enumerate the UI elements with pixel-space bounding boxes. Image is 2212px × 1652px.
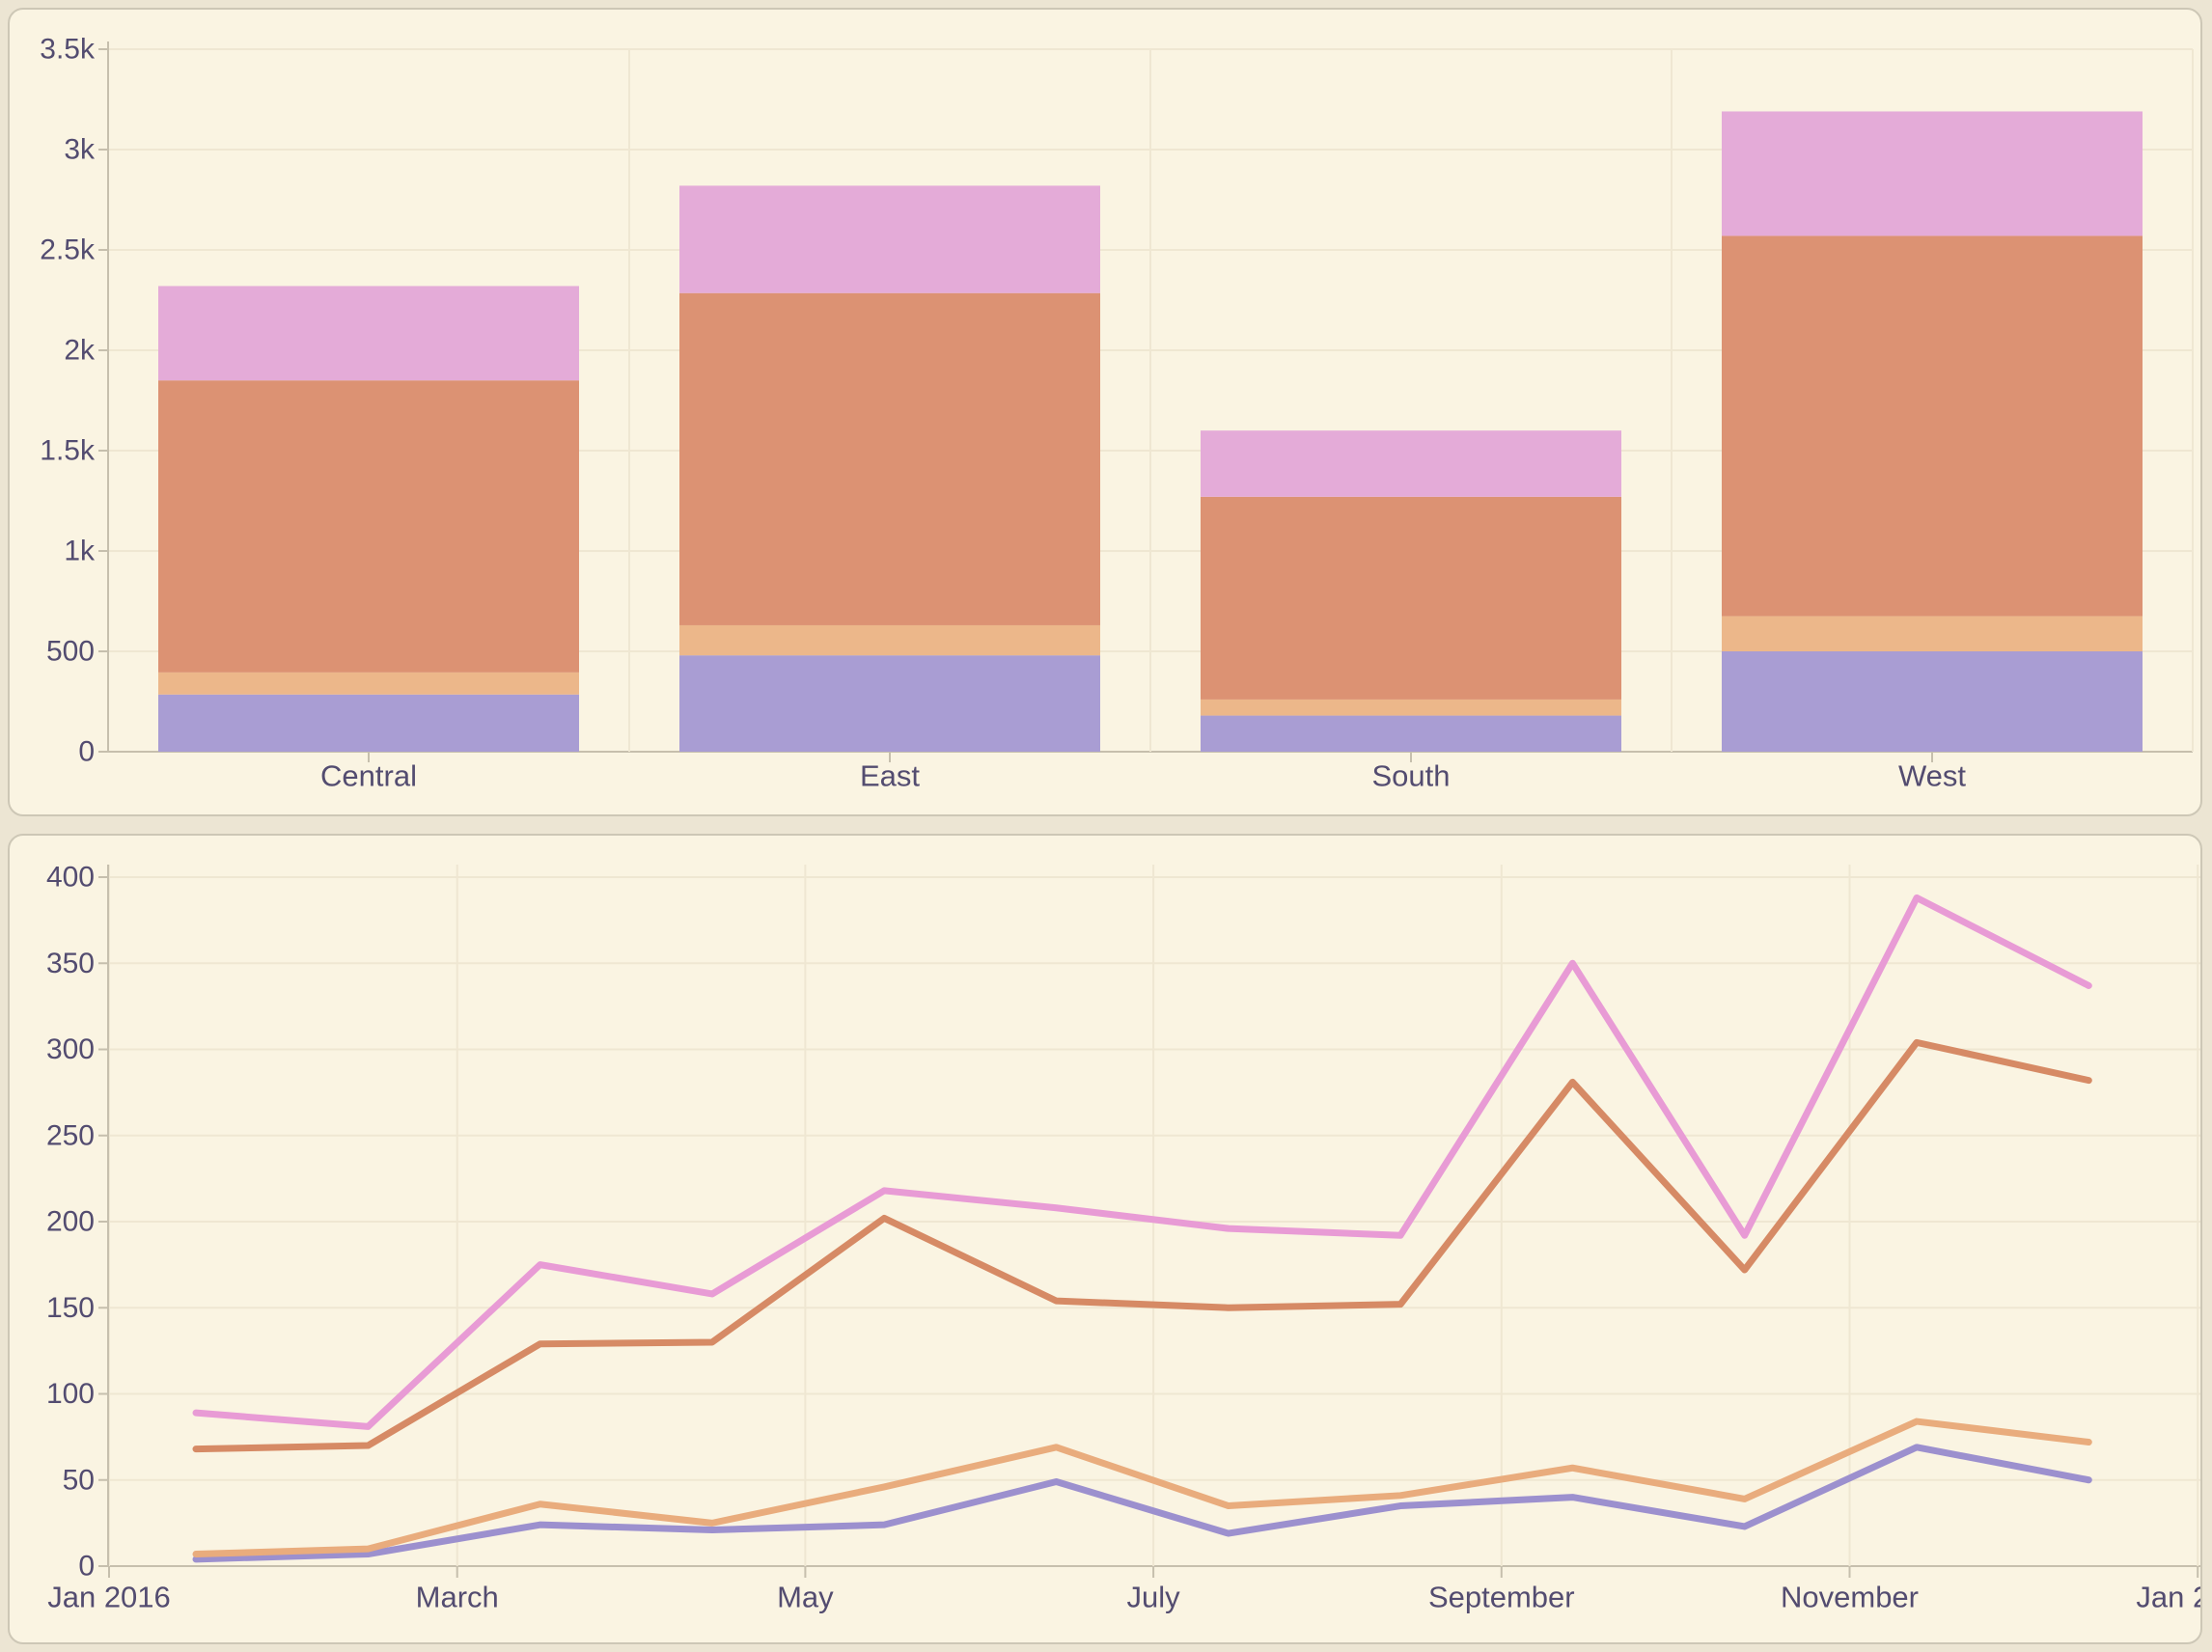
y-tick-label: 2k (64, 335, 96, 367)
bar-west (1722, 111, 2143, 752)
line-chart: 0 50 100 150 200 250 300 350 400 Jan 2016 March May… (10, 836, 2200, 1642)
bar-east (679, 185, 1100, 752)
x-tick-label: March (416, 1581, 499, 1614)
y-tick-label: 1.5k (40, 435, 96, 467)
x-tick-label: November (1781, 1581, 1919, 1614)
bar-segment-purple[interactable] (1201, 716, 1621, 752)
y-tick-label: 250 (46, 1119, 95, 1151)
y-tick-label: 500 (46, 636, 95, 668)
bar-segment-pink[interactable] (1201, 430, 1621, 497)
y-tick-label: 0 (78, 736, 95, 768)
line-series-purple[interactable] (196, 1447, 2088, 1559)
y-tick-label: 350 (46, 948, 95, 979)
bar-segment-tan[interactable] (1201, 700, 1621, 716)
line-series-salmon[interactable] (196, 1042, 2088, 1448)
x-tick-label: July (1127, 1581, 1181, 1614)
x-tick-label: Central (320, 759, 417, 793)
y-tick-label: 1k (64, 536, 96, 567)
bar-segment-tan[interactable] (679, 625, 1100, 655)
bar-segment-tan[interactable] (158, 673, 579, 695)
bar-central (158, 286, 579, 752)
bar-segment-purple[interactable] (158, 695, 579, 752)
x-tick-label: South (1371, 759, 1450, 793)
y-tick-label: 3k (64, 134, 96, 166)
bar-segment-salmon[interactable] (158, 380, 579, 673)
bar-segment-tan[interactable] (1722, 617, 2143, 651)
x-tick-label: May (777, 1581, 834, 1614)
stacked-bar-chart-panel: 0 500 1k 1.5k 2k 2.5k 3k 3.5k Central East South We… (8, 8, 2202, 816)
bar-segment-pink[interactable] (1722, 111, 2143, 235)
x-tick-label: September (1428, 1581, 1575, 1614)
y-tick-label: 50 (63, 1464, 95, 1496)
x-tick-label: West (1898, 759, 1966, 793)
bar-segment-purple[interactable] (679, 655, 1100, 752)
x-tick-label: Jan 2017 (2136, 1581, 2200, 1614)
y-tick-label: 3.5k (40, 34, 96, 66)
x-tick-label: Jan 2016 (47, 1581, 171, 1614)
bar-segment-salmon[interactable] (1201, 497, 1621, 700)
y-tick-label: 0 (78, 1551, 95, 1583)
y-tick-label: 2.5k (40, 234, 96, 266)
bar-segment-pink[interactable] (158, 286, 579, 380)
stacked-bar-chart: 0 500 1k 1.5k 2k 2.5k 3k 3.5k Central East South We… (10, 10, 2200, 814)
bar-south (1201, 430, 1621, 752)
y-tick-label: 100 (46, 1378, 95, 1410)
y-tick-label: 150 (46, 1292, 95, 1324)
x-tick-label: East (860, 759, 920, 793)
bar-segment-purple[interactable] (1722, 651, 2143, 752)
y-tick-label: 400 (46, 862, 95, 894)
bar-segment-salmon[interactable] (679, 293, 1100, 625)
y-tick-label: 300 (46, 1033, 95, 1065)
bar-segment-pink[interactable] (679, 185, 1100, 292)
y-tick-label: 200 (46, 1206, 95, 1238)
line-series-pink[interactable] (196, 897, 2088, 1426)
line-chart-panel: 0 50 100 150 200 250 300 350 400 Jan 2016 March May… (8, 834, 2202, 1644)
bar-segment-salmon[interactable] (1722, 235, 2143, 616)
